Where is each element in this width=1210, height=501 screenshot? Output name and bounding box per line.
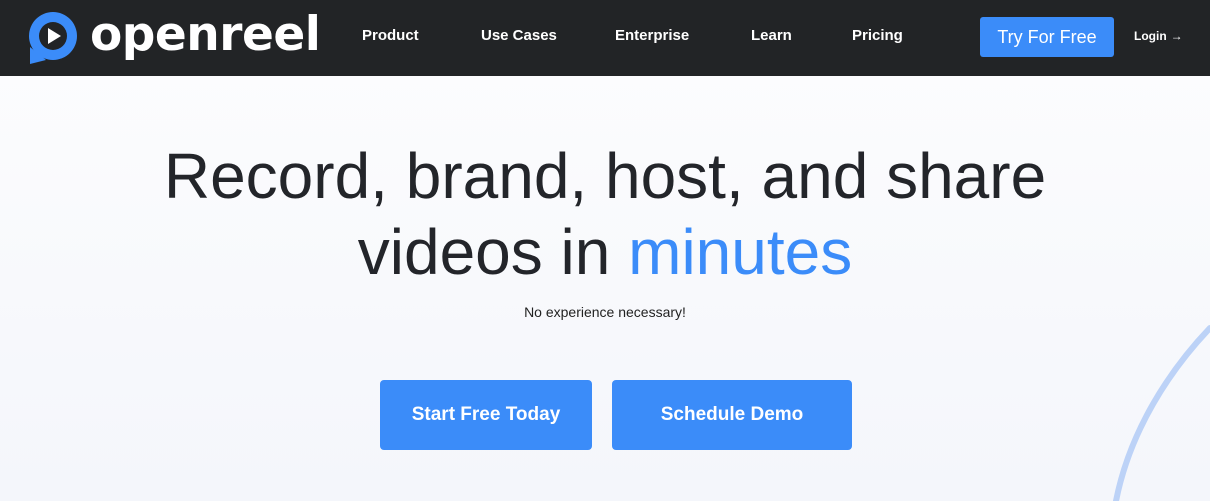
schedule-demo-button[interactable]: Schedule Demo <box>612 380 852 450</box>
brand-name: openreel <box>90 6 321 62</box>
hero-subtitle: No experience necessary! <box>524 304 686 320</box>
login-label: Login <box>1134 29 1167 43</box>
hero-heading: Record, brand, host, and share videos in… <box>0 138 1210 290</box>
nav-item-pricing[interactable]: Pricing <box>852 27 903 44</box>
brand-logo[interactable]: openreel <box>22 6 321 68</box>
nav-item-product[interactable]: Product <box>362 27 419 44</box>
top-navbar: openreel Product Use Cases Enterprise Le… <box>0 0 1210 76</box>
play-bubble-icon <box>29 12 77 64</box>
hero-title-line2: videos in <box>357 216 629 288</box>
arrow-right-icon: → <box>1170 29 1183 43</box>
hero-title-accent: minutes <box>628 216 853 288</box>
nav-item-learn[interactable]: Learn <box>751 27 792 44</box>
decorative-curve <box>1113 325 1210 501</box>
hero-title-line1: Record, brand, host, and share <box>163 140 1047 212</box>
start-free-today-button[interactable]: Start Free Today <box>380 380 592 450</box>
nav-item-enterprise[interactable]: Enterprise <box>615 27 689 44</box>
try-for-free-button[interactable]: Try For Free <box>980 17 1114 57</box>
login-link[interactable]: Login → <box>1134 29 1183 43</box>
nav-item-use-cases[interactable]: Use Cases <box>481 27 557 44</box>
